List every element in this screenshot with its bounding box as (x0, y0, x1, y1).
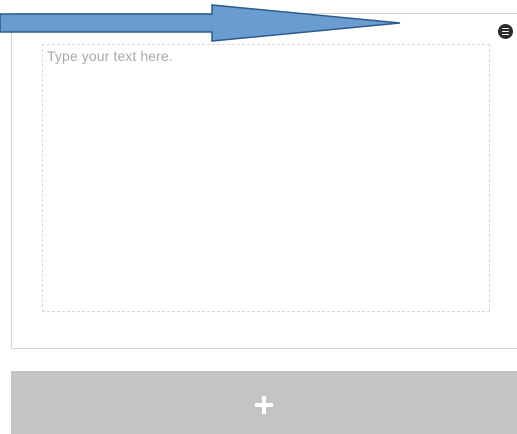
menu-line (502, 30, 509, 33)
editor-canvas: Type your text here. (0, 0, 517, 434)
text-input-area[interactable]: Type your text here. (42, 44, 490, 312)
menu-line (502, 27, 509, 30)
arrow-right-icon (0, 4, 401, 42)
add-block-button[interactable] (11, 371, 517, 434)
plus-icon (255, 395, 273, 414)
menu-line (502, 33, 509, 36)
text-block-panel: Type your text here. (11, 13, 517, 349)
block-menu-button[interactable] (498, 24, 513, 39)
